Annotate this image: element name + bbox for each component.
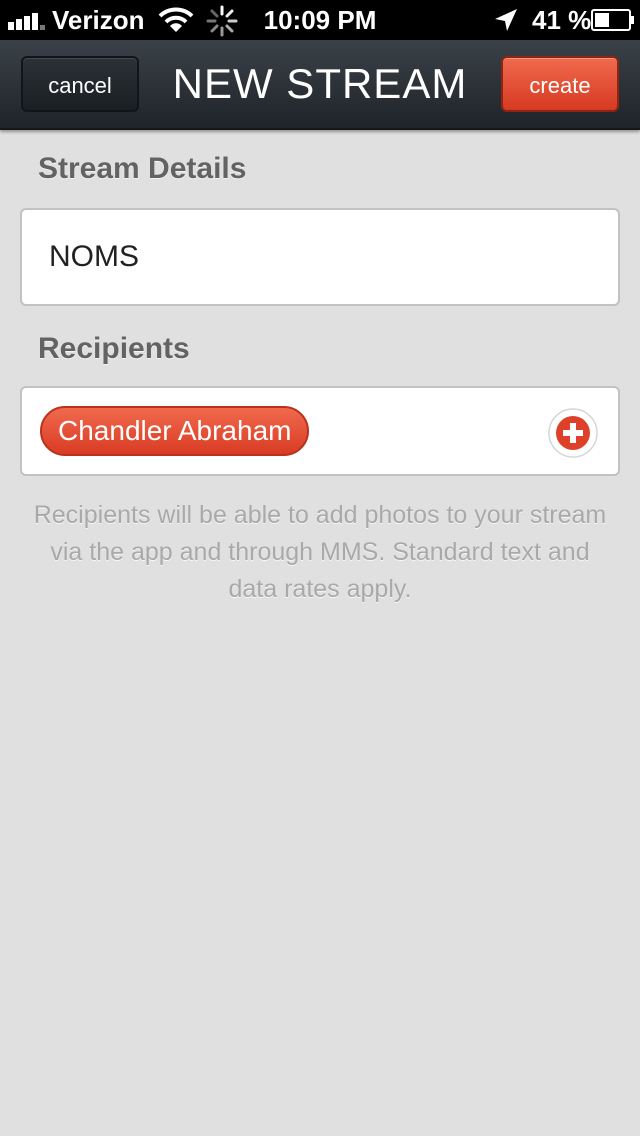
recipients-note: Recipients will be able to add photos to…: [33, 501, 607, 603]
nav-bar: cancel NEW STREAM create: [0, 40, 640, 130]
create-button[interactable]: create: [501, 56, 619, 112]
recipients-field[interactable]: Chandler Abraham: [20, 386, 620, 476]
cancel-button[interactable]: cancel: [21, 56, 139, 112]
recipients-heading: Recipients: [38, 332, 190, 365]
stream-details-heading: Stream Details: [38, 152, 247, 185]
status-bar: Verizon 10:09 PM 41 %: [0, 0, 640, 40]
location-arrow-icon: [495, 9, 517, 31]
stream-name-field[interactable]: NOMS: [20, 208, 620, 306]
recipient-chip[interactable]: Chandler Abraham: [40, 406, 310, 456]
stream-name-value: NOMS: [49, 240, 139, 273]
battery-percent: 41 %: [532, 5, 592, 35]
page-title: NEW STREAM: [172, 60, 468, 107]
battery-icon: [591, 9, 634, 31]
plus-circle-icon[interactable]: [548, 408, 598, 458]
